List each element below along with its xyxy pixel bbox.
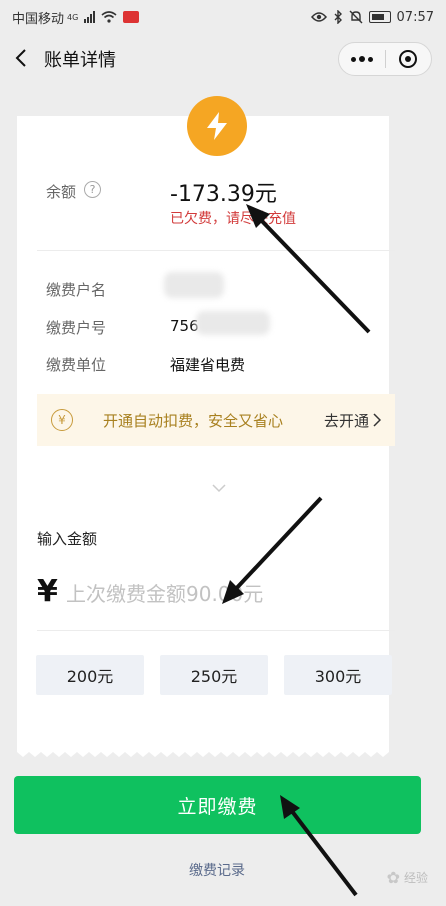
app-notification-icon (123, 11, 140, 23)
currency-symbol: ¥ (37, 574, 58, 609)
quick-amount-300[interactable]: 300元 (284, 655, 392, 695)
section-divider (37, 250, 395, 251)
back-arrow-icon[interactable] (12, 48, 32, 68)
status-bar: 中国移动 4G 07:57 (0, 0, 446, 34)
payer-name-label: 缴费户名 (46, 281, 107, 299)
help-question-icon[interactable]: ? (84, 181, 101, 198)
payee-value: 福建省电费 (170, 356, 246, 374)
payer-name-redacted (164, 272, 224, 298)
payer-number-redacted (196, 311, 270, 335)
quick-amount-200[interactable]: 200元 (36, 655, 144, 695)
autopay-banner[interactable]: ¥ 开通自动扣费，安全又省心 去开通 (37, 394, 395, 446)
watermark-text: 经验 (403, 871, 428, 885)
autopay-text: 开通自动扣费，安全又省心 (103, 411, 284, 430)
battery-icon (368, 11, 391, 23)
more-dots-icon (350, 56, 373, 62)
chevron-right-icon (373, 413, 381, 427)
carrier-name: 中国移动 (12, 11, 65, 27)
payment-records-link[interactable]: 缴费记录 (189, 860, 245, 880)
chevron-down-icon[interactable] (211, 483, 227, 493)
network-tag: 4G (67, 12, 79, 22)
yen-coin-icon: ¥ (51, 409, 73, 431)
balance-label: 余额 (46, 183, 77, 201)
lightning-icon (207, 112, 227, 140)
clock: 07:57 (396, 9, 434, 25)
mini-program-capsule (338, 42, 432, 76)
mute-bell-icon (349, 10, 363, 24)
amount-input-title: 输入金额 (37, 530, 98, 548)
balance-amount: -173.39元 (170, 182, 277, 207)
target-circle-icon (399, 50, 418, 68)
payer-number-label: 缴费户号 (46, 319, 107, 337)
quick-amount-250[interactable]: 250元 (160, 655, 268, 695)
autopay-link-label: 去开通 (323, 411, 369, 430)
signal-icon (84, 11, 96, 23)
watermark: ✿ 经验 (387, 868, 428, 887)
status-right: 07:57 (310, 9, 434, 25)
autopay-open-link[interactable]: 去开通 (324, 410, 381, 431)
pay-now-button[interactable]: 立即缴费 (14, 776, 421, 834)
input-underline (37, 630, 395, 631)
wifi-icon (101, 11, 117, 23)
status-left: 中国移动 4G (12, 8, 140, 27)
more-button[interactable] (339, 43, 385, 75)
page-title: 账单详情 (44, 50, 116, 71)
electricity-badge (187, 96, 247, 156)
amount-input[interactable] (66, 578, 366, 610)
bluetooth-icon (334, 10, 342, 24)
close-mini-program-button[interactable] (386, 43, 432, 75)
card-zigzag-edge (17, 748, 389, 757)
paw-logo-icon: ✿ (386, 868, 400, 887)
arrears-warning: 已欠费，请尽快充值 (170, 211, 296, 227)
payer-number-value: 756 (170, 317, 199, 335)
payee-label: 缴费单位 (46, 356, 107, 374)
nav-bar: 账单详情 (0, 34, 446, 82)
eye-icon (310, 12, 327, 22)
